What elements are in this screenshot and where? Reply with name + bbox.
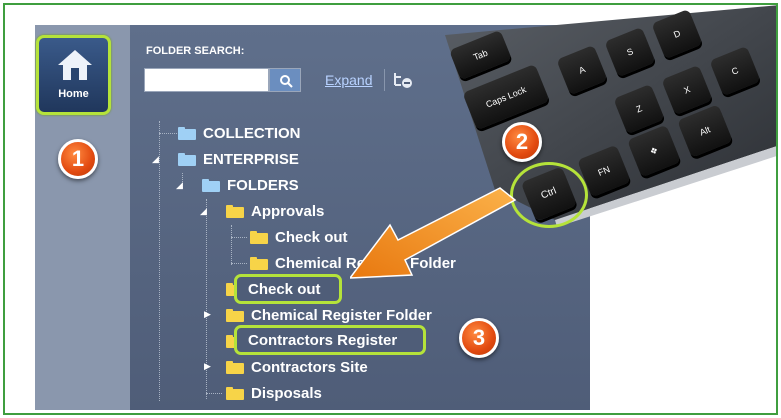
folder-icon [202, 178, 220, 192]
folder-icon [226, 204, 244, 218]
folder-search-title: FOLDER SEARCH: [146, 45, 245, 57]
expand-link[interactable]: Expand [325, 72, 372, 88]
tutorial-frame: Home 1 FOLDER SEARCH: Expand COLLECTION … [3, 3, 778, 415]
tree-item-label: ENTERPRISE [203, 150, 299, 168]
expand-arrow-icon[interactable]: ◢ [176, 180, 183, 191]
tree-item-label: Check out [275, 228, 348, 246]
folder-icon [250, 256, 268, 270]
folder-icon [178, 126, 196, 140]
home-button[interactable]: Home [36, 35, 111, 115]
tree-item-chemical[interactable]: Chemical Register Folder [226, 304, 432, 326]
tree-item-folders[interactable]: FOLDERS [202, 174, 299, 196]
tree-item-label: Chemical Register Folder [251, 306, 432, 324]
home-label: Home [58, 88, 89, 100]
key-label: X [682, 84, 692, 96]
magnifier-icon [280, 75, 293, 88]
tree-item-approvals[interactable]: Approvals [226, 200, 324, 222]
folder-icon [250, 230, 268, 244]
step-2-badge: 2 [502, 122, 542, 162]
tree-collapse-icon [394, 73, 412, 88]
tree-item-label: Disposals [251, 384, 322, 402]
tree-item-label: COLLECTION [203, 124, 301, 142]
tree-guide [206, 393, 222, 394]
folder-icon [226, 360, 244, 374]
tree-item-label: Contractors Register [248, 332, 398, 349]
key-label: S [625, 46, 635, 58]
tree-item-label: FOLDERS [227, 176, 299, 194]
tree-guide [231, 263, 247, 264]
tree-item-label: Contractors Site [251, 358, 368, 376]
tree-item-disposals[interactable]: Disposals [226, 382, 322, 404]
contractors-register-highlight[interactable]: Contractors Register [234, 325, 426, 355]
tree-item-approvals-checkout[interactable]: Check out [250, 226, 348, 248]
key-label: Tab [471, 47, 490, 63]
tree-item-label: Approvals [251, 202, 325, 220]
expand-arrow-icon[interactable]: ▶ [204, 309, 211, 320]
search-button[interactable] [269, 68, 301, 92]
house-icon [58, 50, 92, 80]
tree-item-enterprise[interactable]: ENTERPRISE [178, 148, 299, 170]
tree-guide [159, 133, 177, 134]
key-label: Caps Lock [484, 84, 528, 110]
expand-arrow-icon[interactable]: ◢ [152, 154, 159, 165]
ctrl-highlight-ring [510, 162, 588, 228]
tree-guide [231, 225, 232, 265]
tree-guide [231, 237, 247, 238]
tree-item-label: Check out [248, 281, 321, 298]
tree-item-collection[interactable]: COLLECTION [178, 122, 301, 144]
tree-guide [159, 121, 160, 401]
folder-icon [226, 308, 244, 322]
folder-icon [226, 386, 244, 400]
expand-arrow-icon[interactable]: ◢ [200, 206, 207, 217]
step-3-badge: 3 [459, 318, 499, 358]
folder-search-input[interactable] [144, 68, 269, 92]
folder-icon [178, 152, 196, 166]
arrow-icon [350, 187, 517, 279]
toolbar-divider [384, 69, 385, 91]
key-label: Alt [698, 124, 712, 138]
tree-item-contractors-site[interactable]: Contractors Site [226, 356, 368, 378]
expand-arrow-icon[interactable]: ▶ [204, 361, 211, 372]
key-label: FN [596, 164, 612, 178]
tree-collapse-button[interactable] [393, 71, 413, 94]
key-label: D [672, 28, 682, 40]
checkout-highlight[interactable]: Check out [234, 274, 342, 304]
key-label: A [577, 64, 587, 76]
key-label: C [730, 65, 740, 77]
key-label: Z [634, 103, 644, 115]
step-1-badge: 1 [58, 139, 98, 179]
